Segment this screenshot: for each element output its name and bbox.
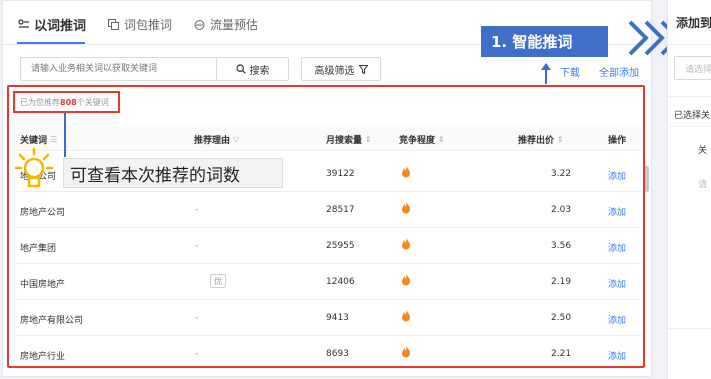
empty-placeholder: 请 bbox=[698, 180, 708, 190]
tab-keyword-recommend[interactable]: 以词推词 bbox=[17, 14, 86, 34]
divider bbox=[668, 96, 711, 97]
package-icon bbox=[107, 18, 119, 30]
tab-label: 以词推词 bbox=[34, 18, 87, 34]
keyword-icon bbox=[17, 18, 29, 30]
advanced-filter-button[interactable]: 高级筛选 bbox=[301, 57, 381, 81]
divider bbox=[668, 44, 711, 45]
filter-icon bbox=[358, 64, 368, 74]
search-icon bbox=[235, 64, 246, 74]
active-tab-indicator bbox=[17, 42, 85, 44]
traffic-icon bbox=[193, 18, 205, 30]
highlight-frame-results bbox=[7, 85, 645, 368]
annotation-badge: 1. 智能推词 bbox=[481, 26, 608, 57]
download-link[interactable]: 下载 bbox=[560, 64, 580, 79]
add-to-panel: 添加到 请选择 已选择关 关 请 bbox=[667, 0, 711, 379]
highlight-frame-count bbox=[13, 91, 120, 113]
lightbulb-icon bbox=[14, 147, 54, 188]
tab-traffic-estimate[interactable]: 流量预估 bbox=[193, 14, 258, 34]
arrow-up-icon bbox=[541, 63, 551, 84]
add-to-title: 添加到 bbox=[676, 16, 711, 30]
filter-label: 高级筛选 bbox=[314, 65, 355, 77]
tab-package-recommend[interactable]: 词包推词 bbox=[107, 14, 172, 34]
add-all-link[interactable]: 全部添加 bbox=[599, 64, 639, 79]
divider bbox=[668, 328, 711, 329]
search-button-label: 搜索 bbox=[249, 65, 270, 77]
selected-column-header: 关 bbox=[698, 146, 708, 156]
search-button[interactable]: 搜索 bbox=[216, 57, 289, 81]
tab-label: 词包推词 bbox=[124, 17, 173, 32]
target-select[interactable]: 请选择 bbox=[674, 56, 711, 80]
selected-label: 已选择关 bbox=[674, 111, 711, 121]
annotation-callout: 可查看本次推荐的词数 bbox=[63, 158, 283, 188]
divider bbox=[668, 126, 711, 127]
search-input[interactable] bbox=[20, 57, 217, 81]
callout-connector bbox=[64, 113, 66, 157]
tab-label: 流量预估 bbox=[210, 17, 259, 32]
